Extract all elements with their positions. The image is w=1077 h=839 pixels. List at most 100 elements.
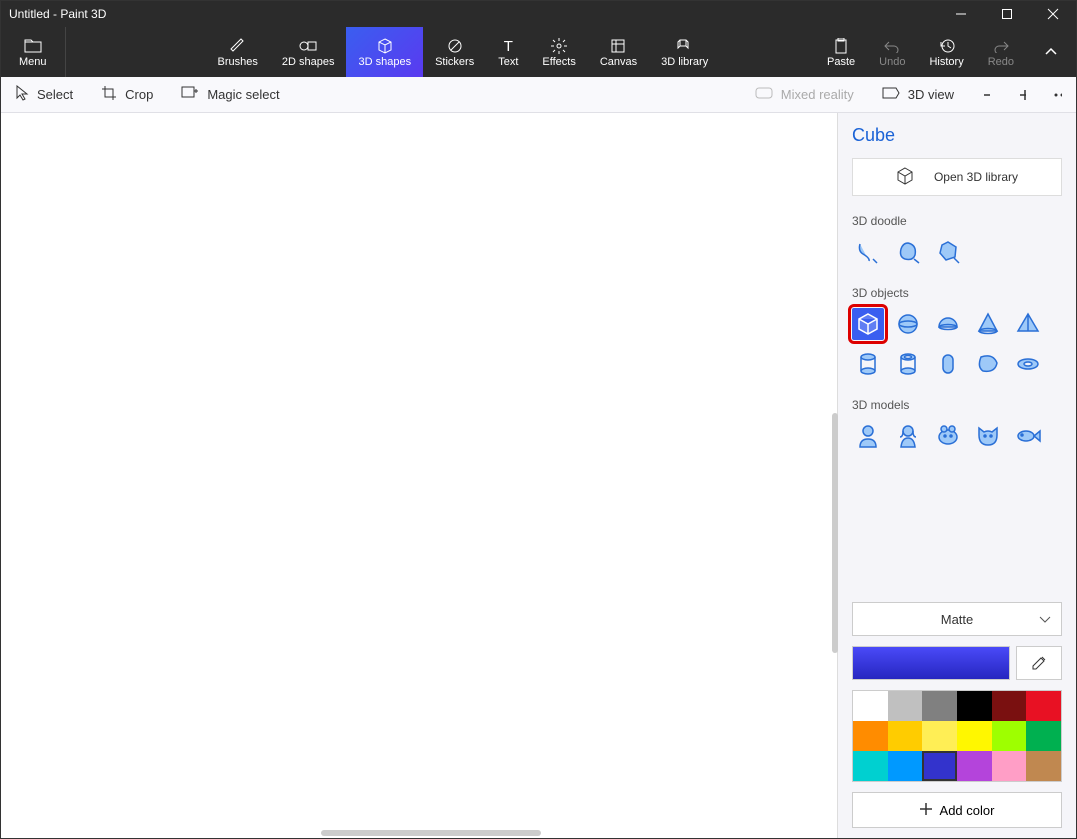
section-3d-objects: 3D objects <box>852 286 1062 300</box>
color-swatch[interactable] <box>1026 721 1061 751</box>
current-color-swatch[interactable] <box>852 646 1010 680</box>
material-dropdown[interactable]: Matte <box>852 602 1062 636</box>
tab-canvas[interactable]: Canvas <box>588 27 649 77</box>
color-swatch[interactable] <box>853 721 888 751</box>
mixed-reality-icon <box>755 87 773 102</box>
add-color-button[interactable]: Add color <box>852 792 1062 828</box>
tab-2dshapes[interactable]: 2D shapes <box>270 27 347 77</box>
tab-label: 3D library <box>661 56 708 68</box>
color-swatch[interactable] <box>957 721 992 751</box>
tab-text[interactable]: T Text <box>486 27 530 77</box>
object-cube[interactable] <box>852 308 884 340</box>
model-man[interactable] <box>852 420 884 452</box>
color-swatch[interactable] <box>888 691 923 721</box>
color-swatch[interactable] <box>992 751 1027 781</box>
side-panel: Cube Open 3D library 3D doodle <box>838 113 1076 838</box>
tab-brushes[interactable]: Brushes <box>206 27 270 77</box>
shapes2d-icon <box>299 36 317 56</box>
model-woman[interactable] <box>892 420 924 452</box>
color-swatch[interactable] <box>1026 751 1061 781</box>
color-swatch[interactable] <box>957 751 992 781</box>
chevron-down-icon <box>1039 612 1051 627</box>
main-area: Cube Open 3D library 3D doodle <box>1 113 1076 838</box>
doodle-soft[interactable] <box>892 236 924 268</box>
history-button[interactable]: History <box>917 27 975 77</box>
tab-label: Effects <box>542 56 575 68</box>
color-swatch[interactable] <box>922 691 957 721</box>
objects-grid <box>852 308 1062 380</box>
tab-label: 3D shapes <box>358 56 411 68</box>
menu-button[interactable]: Menu <box>1 27 66 77</box>
object-curved[interactable] <box>972 348 1004 380</box>
color-swatch[interactable] <box>922 751 957 781</box>
open-3d-library-button[interactable]: Open 3D library <box>852 158 1062 196</box>
tab-effects[interactable]: Effects <box>530 27 587 77</box>
model-fish[interactable] <box>1012 420 1044 452</box>
canvas-icon <box>610 36 626 56</box>
eyedropper-button[interactable] <box>1016 646 1062 680</box>
select-label: Select <box>37 87 73 102</box>
sub-toolbar: Select Crop Magic select Mixed reality <box>1 77 1076 113</box>
3d-view-button[interactable]: 3D view <box>868 87 968 102</box>
tab-label: Brushes <box>218 56 258 68</box>
redo-button[interactable]: Redo <box>976 27 1026 77</box>
text-icon: T <box>504 36 513 56</box>
close-button[interactable] <box>1030 1 1076 27</box>
crop-tool[interactable]: Crop <box>87 85 167 104</box>
select-tool[interactable]: Select <box>1 85 87 104</box>
menu-label: Menu <box>19 56 47 68</box>
color-swatch[interactable] <box>1026 691 1061 721</box>
cursor-icon <box>15 85 29 104</box>
app-window: Untitled - Paint 3D Menu Brushes <box>0 0 1077 839</box>
brush-icon <box>230 36 246 56</box>
object-capsule[interactable] <box>932 348 964 380</box>
zoom-out-button[interactable] <box>968 88 1004 102</box>
horizontal-scrollbar[interactable] <box>321 830 541 836</box>
object-cone[interactable] <box>972 308 1004 340</box>
doodle-sharp[interactable] <box>932 236 964 268</box>
crop-label: Crop <box>125 87 153 102</box>
color-swatch[interactable] <box>888 721 923 751</box>
color-row <box>852 646 1062 680</box>
color-swatch[interactable] <box>992 691 1027 721</box>
object-sphere[interactable] <box>892 308 924 340</box>
effects-icon <box>551 36 567 56</box>
doodle-tube[interactable] <box>852 236 884 268</box>
color-swatch[interactable] <box>853 751 888 781</box>
panel-title: Cube <box>852 125 1062 146</box>
object-cylinder[interactable] <box>852 348 884 380</box>
color-swatch[interactable] <box>853 691 888 721</box>
magic-select-tool[interactable]: Magic select <box>167 86 293 103</box>
mixed-label: Mixed reality <box>781 87 854 102</box>
color-swatch[interactable] <box>992 721 1027 751</box>
chevron-up-icon <box>1044 42 1058 62</box>
object-hemisphere[interactable] <box>932 308 964 340</box>
tab-stickers[interactable]: Stickers <box>423 27 486 77</box>
color-swatch[interactable] <box>922 721 957 751</box>
minimize-button[interactable] <box>938 1 984 27</box>
section-3d-models: 3D models <box>852 398 1062 412</box>
tab-3dlibrary[interactable]: 3D library <box>649 27 720 77</box>
object-torus[interactable] <box>1012 348 1044 380</box>
paste-button[interactable]: Paste <box>815 27 867 77</box>
redo-label: Redo <box>988 56 1014 68</box>
canvas[interactable] <box>1 113 838 838</box>
tab-3dshapes[interactable]: 3D shapes <box>346 27 423 77</box>
more-button[interactable] <box>1040 93 1076 97</box>
maximize-button[interactable] <box>984 1 1030 27</box>
main-toolbar: Menu Brushes 2D shapes 3D shapes Stic <box>1 27 1076 77</box>
model-cat[interactable] <box>972 420 1004 452</box>
color-swatch[interactable] <box>957 691 992 721</box>
object-tube[interactable] <box>892 348 924 380</box>
model-dog[interactable] <box>932 420 964 452</box>
library-icon <box>676 36 694 56</box>
tab-label: Text <box>498 56 518 68</box>
collapse-ribbon-button[interactable] <box>1026 27 1076 77</box>
zoom-in-button[interactable] <box>1004 88 1040 102</box>
paste-label: Paste <box>827 56 855 68</box>
undo-button[interactable]: Undo <box>867 27 917 77</box>
tab-label: 2D shapes <box>282 56 335 68</box>
vertical-scrollbar[interactable] <box>832 413 838 653</box>
object-pyramid[interactable] <box>1012 308 1044 340</box>
color-swatch[interactable] <box>888 751 923 781</box>
